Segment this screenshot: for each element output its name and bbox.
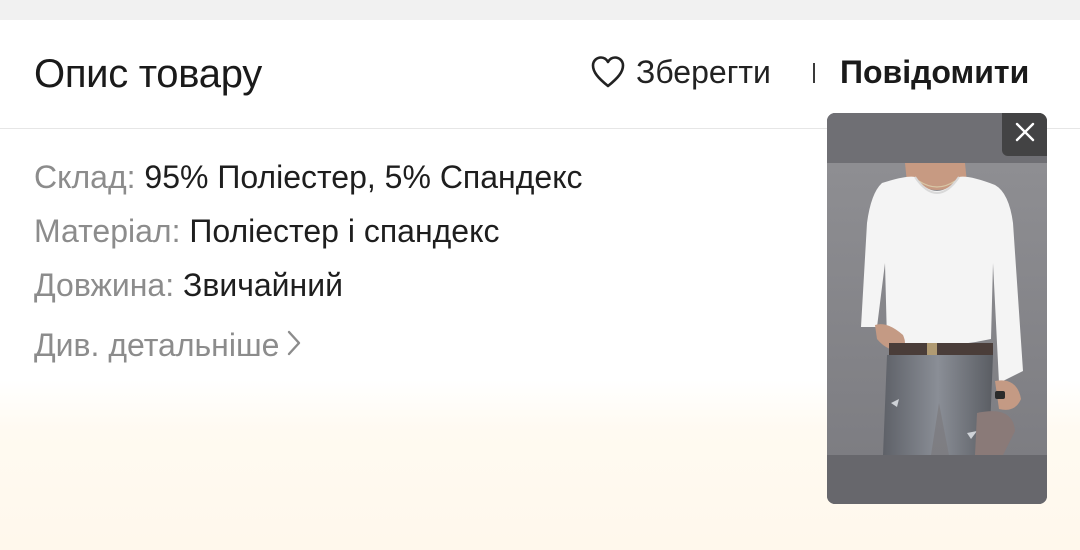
description-key: Склад: bbox=[34, 159, 136, 195]
see-more-label: Див. детальніше bbox=[34, 327, 280, 363]
description-value: Звичайний bbox=[183, 267, 343, 303]
save-button[interactable]: Зберегти bbox=[590, 52, 771, 92]
description-row-composition: Склад: 95% Поліестер, 5% Спандекс bbox=[34, 157, 583, 197]
top-strip bbox=[0, 0, 1080, 20]
description-value: Поліестер і спандекс bbox=[189, 213, 500, 249]
floating-product-video[interactable] bbox=[827, 113, 1047, 504]
header-divider bbox=[813, 63, 815, 83]
description-row-length: Довжина: Звичайний bbox=[34, 265, 343, 305]
see-more-link[interactable]: Див. детальніше bbox=[34, 325, 301, 365]
description-value: 95% Поліестер, 5% Спандекс bbox=[144, 159, 583, 195]
section-title: Опис товару bbox=[34, 52, 262, 96]
product-photo bbox=[827, 113, 1047, 504]
save-label: Зберегти bbox=[636, 53, 771, 90]
description-key: Довжина: bbox=[34, 267, 175, 303]
chevron-right-icon bbox=[279, 325, 301, 365]
report-button[interactable]: Повідомити bbox=[840, 52, 1029, 92]
close-icon bbox=[1015, 122, 1035, 147]
description-key: Матеріал: bbox=[34, 213, 181, 249]
close-video-button[interactable] bbox=[1002, 113, 1047, 156]
description-row-material: Матеріал: Поліестер і спандекс bbox=[34, 211, 499, 251]
heart-outline-icon bbox=[590, 55, 626, 89]
